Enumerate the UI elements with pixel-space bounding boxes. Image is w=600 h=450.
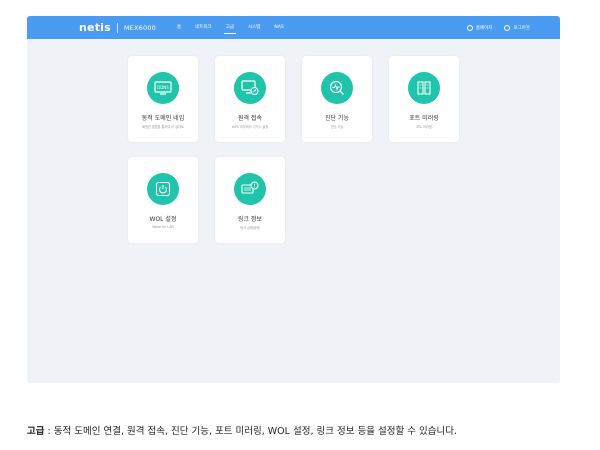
card-title: 진단 기능 <box>325 115 349 122</box>
top-navigation-bar: netis MEX6000 홈 네트워크 고급 시스템 NAS 홈페이지 로그아… <box>27 16 560 39</box>
card-subtitle: 회원번 방법을 통하여 IP 업데트 <box>141 125 185 129</box>
netis-logo[interactable]: netis <box>79 21 111 34</box>
logo-divider <box>116 22 118 33</box>
card-link-info[interactable]: 링크 정보 링크 상태/문제 <box>215 157 285 243</box>
homepage-link[interactable]: 홈페이지 <box>466 24 493 31</box>
header-actions: 홈페이지 로그아웃 <box>466 16 530 39</box>
card-ddns[interactable]: DDNS 동적 도메인 네임 회원번 방법을 통하여 IP 업데트 <box>128 56 198 142</box>
caption-bold: 고급 <box>27 426 45 437</box>
link-info-icon <box>234 173 266 205</box>
card-title: 포트 미러링 <box>409 115 439 122</box>
card-diagnosis[interactable]: 진단 기능 진단 기능 <box>302 56 372 142</box>
globe-icon <box>466 24 473 31</box>
svg-text:DDNS: DDNS <box>157 85 169 90</box>
router-admin-screenshot: netis MEX6000 홈 네트워크 고급 시스템 NAS 홈페이지 로그아… <box>27 16 560 383</box>
card-title: 링크 정보 <box>238 216 262 223</box>
card-title: 동적 도메인 네임 <box>141 115 185 122</box>
homepage-label: 홈페이지 <box>475 25 493 31</box>
card-title: WOL 설정 <box>149 216 177 223</box>
diagnosis-icon <box>321 72 353 104</box>
model-name: MEX6000 <box>123 23 156 32</box>
card-remote-access[interactable]: 원격 접속 WPS 외부에서 기기스 설정 <box>215 56 285 142</box>
logout-link[interactable]: 로그아웃 <box>504 24 530 31</box>
power-icon <box>147 173 179 205</box>
nav-system[interactable]: 시스템 <box>241 16 267 39</box>
card-subtitle: 진단 기능 <box>330 125 344 129</box>
card-title: 원격 접속 <box>238 115 262 122</box>
main-nav: 홈 네트워크 고급 시스템 NAS <box>170 16 291 39</box>
card-subtitle: 링크 상태/문제 <box>240 226 260 230</box>
logout-icon <box>504 24 511 31</box>
card-subtitle: 포트 미러링 <box>416 125 432 129</box>
nav-network[interactable]: 네트워크 <box>188 16 219 39</box>
card-wol[interactable]: WOL 설정 Wake On LAN <box>128 157 198 243</box>
remote-monitor-icon <box>234 72 266 104</box>
ddns-icon: DDNS <box>147 72 179 104</box>
card-subtitle: WPS 외부에서 기기스 설정 <box>231 125 269 129</box>
logout-label: 로그아웃 <box>513 25 530 31</box>
caption-body: : 동적 도메인 연결, 원격 접속, 진단 기능, 포트 미러링, WOL 설… <box>44 426 457 437</box>
port-mirror-icon <box>408 72 440 104</box>
nav-advanced[interactable]: 고급 <box>219 16 241 39</box>
caption-text: 고급 : 동적 도메인 연결, 원격 접속, 진단 기능, 포트 미러링, WO… <box>27 423 457 437</box>
nav-home[interactable]: 홈 <box>170 16 188 39</box>
card-port-mirroring[interactable]: 포트 미러링 포트 미러링 <box>389 56 459 142</box>
card-subtitle: Wake On LAN <box>152 225 174 229</box>
nav-nas[interactable]: NAS <box>267 16 290 39</box>
